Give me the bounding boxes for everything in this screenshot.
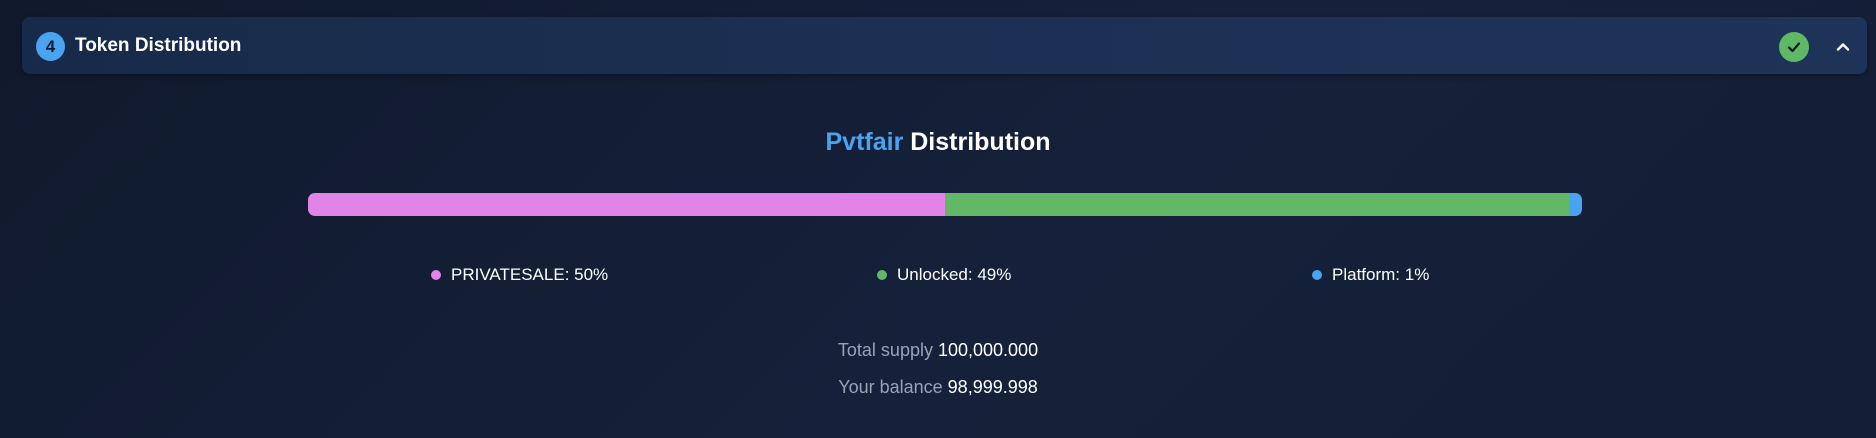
distribution-segment-unlocked — [945, 193, 1570, 216]
distribution-segment-platform — [1569, 193, 1582, 216]
legend-label-platform: Platform: 1% — [1332, 265, 1430, 284]
total-supply-label: Total supply — [837, 340, 933, 360]
legend-dot-platform — [1312, 270, 1322, 280]
section-header-token-distribution[interactable]: 4 Token Distribution — [22, 17, 1867, 74]
legend-label-unlocked: Unlocked: 49% — [897, 265, 1012, 284]
distribution-title-brand: Pvtfair — [825, 128, 904, 156]
total-supply-row: Total supply 100,000.000 — [0, 338, 1876, 362]
legend-label-privatesale: PRIVATESALE: 50% — [451, 265, 609, 284]
chevron-up-icon — [1836, 43, 1850, 51]
balance-value: 98,999.998 — [947, 377, 1038, 397]
legend-dot-unlocked — [877, 270, 887, 280]
section-title: Token Distribution — [75, 35, 242, 56]
completed-status-badge — [1779, 32, 1809, 62]
total-supply-value: 100,000.000 — [937, 340, 1039, 360]
legend-dot-privatesale — [431, 270, 441, 280]
balance-label: Your balance — [838, 377, 943, 397]
distribution-segment-privatesale — [308, 193, 945, 216]
distribution-title-rest: Distribution — [910, 128, 1051, 156]
legend-item-privatesale: PRIVATESALE: 50% — [431, 264, 608, 286]
distribution-bar — [308, 193, 1582, 216]
distribution-title: Pvtfair Distribution — [0, 126, 1876, 158]
collapse-section-button[interactable] — [1827, 31, 1859, 63]
check-icon — [1787, 42, 1801, 53]
balance-row: Your balance 98,999.998 — [0, 375, 1876, 399]
step-number-badge: 4 — [36, 32, 65, 61]
legend-item-platform: Platform: 1% — [1312, 264, 1429, 286]
legend-item-unlocked: Unlocked: 49% — [877, 264, 1011, 286]
